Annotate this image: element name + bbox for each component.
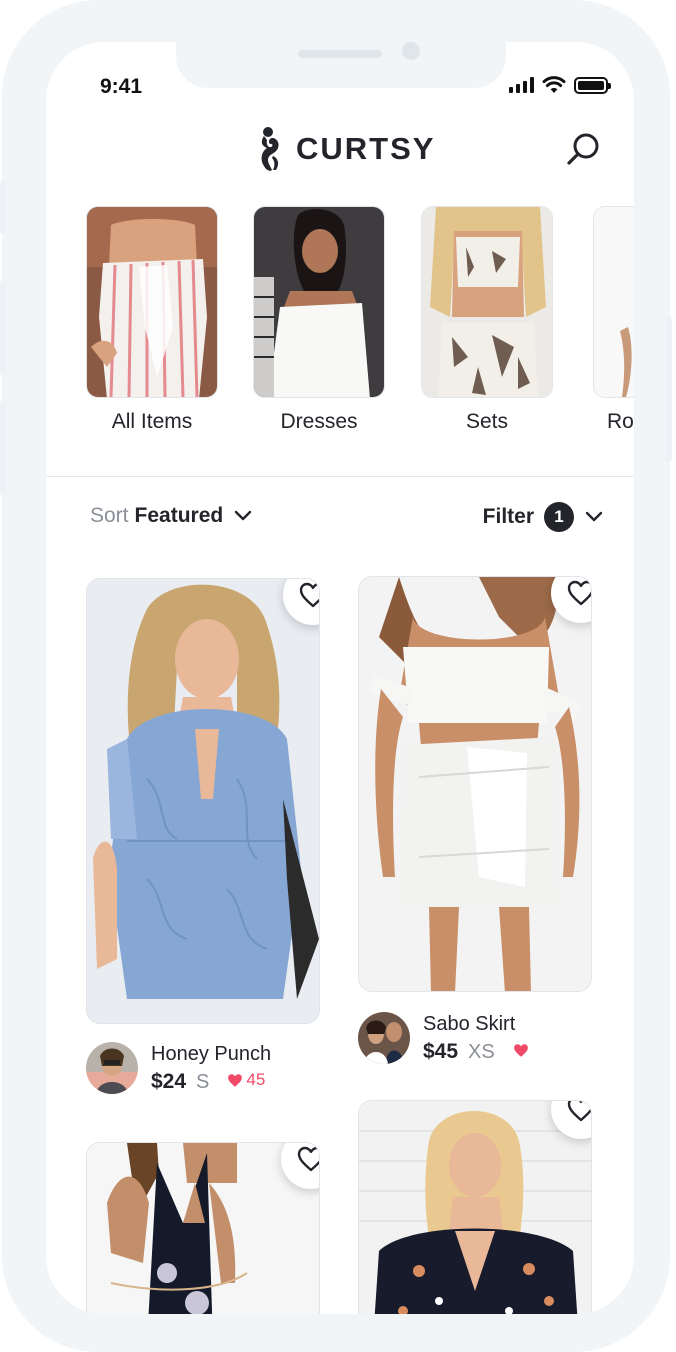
product-card-sabo-skirt[interactable]: Sabo Skirt $45 XS [358,576,592,1064]
battery-icon [574,76,611,94]
price-row: $24 S 45 [151,1070,271,1094]
sort-dropdown[interactable]: Sort Featured [90,504,253,528]
category-rompers[interactable]: Ro [593,206,634,434]
heart-outline-icon [567,580,591,606]
product-meta: Honey Punch $24 S 45 [86,1042,320,1094]
like-count: 45 [227,1070,265,1090]
category-label: Sets [465,410,509,433]
category-all-items[interactable]: All Items [86,206,218,434]
product-info: Sabo Skirt $45 XS [423,1013,532,1064]
product-image[interactable] [86,1142,320,1314]
heart-outline-icon [299,582,319,608]
product-size: S [196,1070,210,1093]
heart-outline-icon [297,1146,319,1172]
heart-outline-icon [567,1101,591,1122]
product-card[interactable] [358,1100,592,1314]
product-price: $24 [151,1069,187,1093]
search-button[interactable] [564,130,604,170]
cellular-signal-icon [509,77,534,93]
category-carousel[interactable]: All Items Dresses Sets Ro [86,206,634,446]
category-label: Dresses [280,410,358,433]
category-image [421,206,553,398]
product-meta: Sabo Skirt $45 XS [358,1012,592,1064]
category-sets[interactable]: Sets [421,206,553,434]
chevron-down-icon [235,510,252,521]
filter-dropdown[interactable]: Filter 1 [483,502,604,532]
brand-name: CURTSY [296,131,436,166]
product-card[interactable] [86,1142,320,1314]
curtsy-logo-icon [261,127,279,171]
product-image[interactable] [358,1100,592,1314]
product-info: Honey Punch $24 S 45 [151,1043,271,1094]
chevron-down-icon [585,511,603,522]
front-camera [402,42,420,60]
product-size: XS [468,1040,495,1063]
heart-filled-icon [513,1043,528,1057]
sort-value: Featured [134,504,224,527]
status-time: 9:41 [100,75,143,98]
seller-avatar[interactable] [86,1042,138,1094]
category-label: Ro [607,410,634,433]
category-dresses[interactable]: Dresses [253,206,385,434]
heart-filled-icon [228,1073,243,1087]
wifi-icon [542,76,566,93]
volume-down-button [0,400,6,496]
speaker [298,50,382,58]
volume-up-button [0,280,6,376]
category-label: All Items [111,410,193,433]
seller-avatar[interactable] [358,1012,410,1064]
section-divider [46,476,634,477]
category-image [86,206,218,398]
status-icons [509,76,611,94]
product-price: $45 [423,1039,459,1063]
sort-key: Sort [90,504,129,527]
brand-logo[interactable]: CURTSY [258,126,435,172]
filter-count-badge: 1 [544,502,574,532]
price-row: $45 XS [423,1040,532,1064]
like-count-value: 45 [246,1070,266,1089]
search-icon [567,133,599,165]
category-image [593,206,634,398]
product-image[interactable] [358,576,592,992]
category-image [253,206,385,398]
mute-switch [0,180,6,234]
app-screen: 9:41 CURTSY All Items Dresses Sets Ro So… [46,42,634,1314]
filter-label: Filter [482,505,534,528]
product-name: Sabo Skirt [423,1012,516,1035]
notch [176,42,506,88]
product-image[interactable] [86,578,320,1024]
phone-frame: 9:41 CURTSY All Items Dresses Sets Ro So… [0,0,672,1352]
like-indicator [513,1043,532,1058]
product-name: Honey Punch [151,1042,272,1065]
product-card-honey-punch[interactable]: Honey Punch $24 S 45 [86,578,320,1094]
power-button [666,316,672,462]
